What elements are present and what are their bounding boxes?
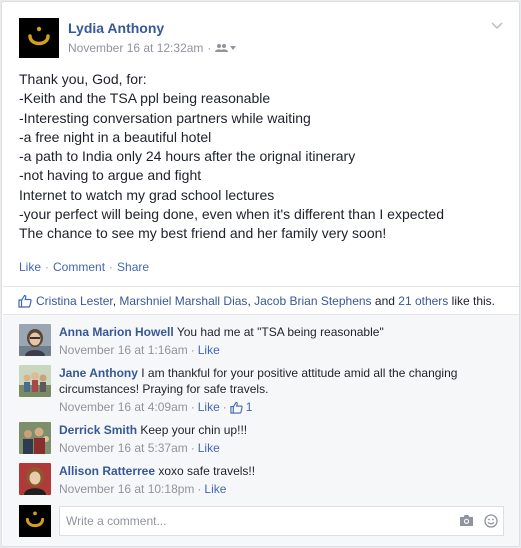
liker-name[interactable]: Marshniel Marshall Dias [119,294,247,308]
comment-separator: · [190,441,195,455]
post-line: Internet to watch my grad school lecture… [19,186,275,203]
comment-button[interactable]: Comment [53,260,105,274]
action-separator: · [45,260,50,274]
likes-comma: , [112,293,117,308]
commenter-name[interactable]: Derrick Smith [59,423,137,437]
comment-separator: · [190,400,195,414]
meta-separator: · [207,41,212,55]
camera-icon[interactable] [459,514,474,527]
audience-friends-icon[interactable] [215,43,237,53]
author-avatar[interactable] [19,18,59,58]
action-separator: · [109,260,114,274]
likes-comma: , [247,293,251,308]
commenter-name[interactable]: Anna Marion Howell [59,325,174,339]
composer-avatar [19,505,51,537]
post-line: The chance to see my best friend and her… [19,225,387,242]
emoji-icon[interactable] [484,514,498,528]
comment-separator: · [197,482,202,496]
thumbs-up-icon [230,401,243,414]
thumbs-up-icon [18,294,32,308]
chevron-down-icon[interactable] [490,18,504,32]
comment-text: xoxo safe travels!! [158,464,256,478]
commenter-name[interactable]: Allison Ratterree [59,464,155,478]
commenter-avatar[interactable] [19,324,51,356]
comment-like-button[interactable]: Like [204,481,226,497]
post-line: -Interesting conversation partners while… [19,109,311,126]
commenter-avatar[interactable] [19,422,51,454]
post-header: Lydia Anthony November 16 at 12:32am · [19,16,504,58]
like-button[interactable]: Like [19,260,41,274]
comment-like-button[interactable]: Like [198,440,220,456]
comment-timestamp[interactable]: November 16 at 10:18pm [59,481,194,497]
post-line: -your perfect will being done, even when… [19,206,445,223]
liker-name[interactable]: Jacob Brian Stephens [254,294,371,308]
comments-section: Anna Marion Howell You had me at "TSA be… [3,314,519,546]
comment-separator: · [222,400,227,414]
comment-timestamp[interactable]: November 16 at 4:09am [59,399,188,415]
comment-timestamp[interactable]: November 16 at 1:16am [59,342,188,358]
post-timestamp[interactable]: November 16 at 12:32am [68,41,203,55]
comment-like-count[interactable]: 1 [246,399,253,415]
comment-like-button[interactable]: Like [198,399,220,415]
comment-composer: Write a comment... [19,505,504,538]
post-line: -a free night in a beautiful hotel [19,128,212,145]
likes-suffix: like this. [451,293,496,308]
comment-text: You had me at "TSA being reasonable" [176,325,384,339]
post-body: Thank you, God, for: -Keith and the TSA … [19,70,504,244]
post-line: Thank you, God, for: [19,71,147,87]
post-card: Lydia Anthony November 16 at 12:32am · T… [1,1,520,547]
post-author-name[interactable]: Lydia Anthony [68,20,164,36]
share-button[interactable]: Share [117,260,149,274]
comment-input[interactable]: Write a comment... [59,506,504,536]
post-actions: Like · Comment · Share [19,260,149,274]
likes-summary: Cristina Lester, Marshniel Marshall Dias… [3,286,519,314]
likes-and: and [374,293,395,308]
commenter-avatar[interactable] [19,365,51,397]
comment-separator: · [190,343,195,357]
post-line: -not having to argue and fight [19,167,202,184]
nun-logo-icon [25,511,45,528]
nun-logo-icon [28,26,50,46]
commenter-name[interactable]: Jane Anthony [59,366,138,380]
comment-timestamp[interactable]: November 16 at 5:37am [59,440,188,456]
liker-name[interactable]: Cristina Lester [36,294,113,308]
post-line: -Keith and the TSA ppl being reasonable [19,90,271,107]
post-meta: November 16 at 12:32am · [68,41,237,55]
commenter-avatar[interactable] [19,463,51,495]
post-line: -a path to India only 24 hours after the… [19,148,356,165]
comment-text: Keep your chin up!!! [140,423,248,437]
comment-like-button[interactable]: Like [198,342,220,358]
likes-others-link[interactable]: 21 others [398,294,448,308]
